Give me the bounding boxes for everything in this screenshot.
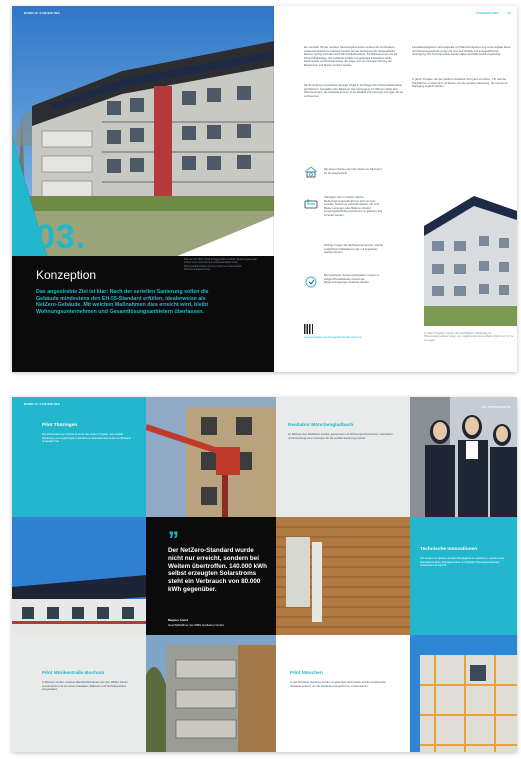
body-col1-b: Die Erzeugung erneuerbarer Energie erfol… bbox=[304, 84, 404, 98]
photo-caption: Das am 08. März 2016 fertiggestellte ser… bbox=[184, 258, 257, 272]
bochum-text: In Bochum wurden mehrere Mehrfamilienhäu… bbox=[42, 681, 128, 691]
right-page: KONZEPTION 13 Ein zentraler Teil der ser… bbox=[274, 6, 517, 372]
feature-2-text: Überlegen Sie im Vorfeld, welche Moderni… bbox=[324, 196, 383, 217]
chapter-number: 03. bbox=[36, 218, 87, 256]
photo-scaffold bbox=[410, 635, 517, 752]
cell-pilot-thueringen: BIRDLIC SANIERUNG Pilot Thüringen Die Pi… bbox=[12, 397, 146, 517]
running-head-2: BIRDLIC SANIERUNG bbox=[24, 402, 61, 406]
photo-crane-facade bbox=[146, 397, 276, 517]
photo-solar-house bbox=[12, 517, 146, 635]
qr-link[interactable]: www.energiesprong.de/magazin/serielle-sa… bbox=[304, 336, 362, 339]
spread-konzeption: BIRDLIC SANIERUNG 03. Konzeption Das ang… bbox=[12, 6, 517, 372]
quote-role: Geschäftsführer der WBG Hartkamp GmbH bbox=[168, 623, 224, 627]
running-head: BIRDLIC SANIERUNG bbox=[24, 11, 61, 15]
feature-3-text: Bei bewohnten Sanierungsobjekten müssen … bbox=[324, 274, 380, 285]
spread-pilotprojekte: BIRDLIC SANIERUNG Pilot Thüringen Die Pi… bbox=[12, 397, 517, 752]
tools-icon bbox=[304, 199, 318, 209]
innovation-text: Um Kosten zu senken und die Montagezeit … bbox=[420, 557, 505, 567]
qr-code[interactable] bbox=[304, 324, 314, 334]
cell-innovation: Technische Innovationen Um Kosten zu sen… bbox=[410, 517, 517, 635]
body-col2-b: In gleich Projekte, die den NetZero-Stan… bbox=[412, 78, 508, 89]
cell-quote: ” Der NetZero-Standard wurde nicht nur e… bbox=[146, 517, 276, 635]
photo-wood-facade bbox=[276, 517, 410, 635]
right-photo-caption: In vielen Projekten werden die Dachfläch… bbox=[424, 332, 514, 342]
diagonal-overlay bbox=[12, 136, 274, 372]
thueringen-title: Pilot Thüringen bbox=[42, 423, 78, 428]
chapter-title: Konzeption bbox=[36, 268, 97, 282]
cell-reallabor: Reallabor Mönchengladbach Im Rahmen des … bbox=[276, 397, 410, 517]
body-col1: Ein zentraler Teil der seriellen Sanieru… bbox=[304, 46, 398, 67]
document-icon bbox=[305, 276, 317, 288]
page-number: 13 bbox=[507, 11, 511, 15]
feature-1-text: Die kleine Nische unter dem Dach am Dach… bbox=[324, 168, 382, 175]
cell-pilot-muenchen: Pilot München In der Münchner Siedlung w… bbox=[276, 635, 410, 752]
running-head-2-right: PILOTPROJEKTE bbox=[482, 405, 511, 409]
innovation-title: Technische Innovationen bbox=[420, 547, 478, 552]
chapter-intro: Das angestrebte Ziel ist klar: Nach der … bbox=[36, 289, 209, 315]
body-col2: Fassadenintegrierte Lüftungsgeräte mit W… bbox=[412, 46, 512, 57]
thueringen-text: Die Pilotsanierung in Erfurt ist eines d… bbox=[42, 433, 131, 443]
running-head-right: KONZEPTION bbox=[476, 11, 499, 15]
building-photo-right bbox=[424, 186, 517, 326]
feature-2b-text: Wichtig: Fragen Sie die Bauunternehmen, … bbox=[324, 244, 384, 255]
moenchengladbach-title: Reallabor Mönchengladbach bbox=[288, 423, 354, 428]
roof-gear-icon bbox=[304, 166, 318, 178]
quote-text: Der NetZero-Standard wurde nicht nur err… bbox=[168, 547, 267, 593]
cell-pilot-bochum: Pilot Mörikestraße Bochum In Bochum wurd… bbox=[12, 635, 146, 752]
moenchengladbach-text: Im Rahmen des Reallabors werden gemeinsa… bbox=[288, 433, 393, 440]
muenchen-text: In der Münchner Siedlung werden vorgefer… bbox=[290, 681, 387, 688]
photo-balconies bbox=[146, 635, 276, 752]
bochum-title: Pilot Mörikestraße Bochum bbox=[42, 671, 105, 676]
photo-people bbox=[410, 397, 517, 517]
muenchen-title: Pilot München bbox=[290, 671, 323, 676]
left-page: BIRDLIC SANIERUNG 03. Konzeption Das ang… bbox=[12, 6, 274, 372]
